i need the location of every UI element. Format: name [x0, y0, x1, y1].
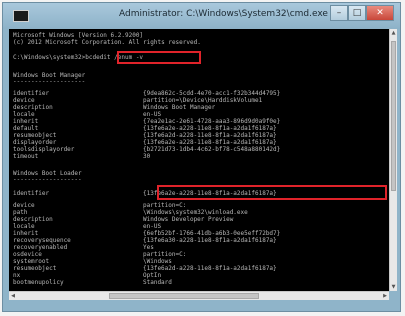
cmd-app-icon[interactable]: [13, 10, 29, 22]
entry-value: partition=C:: [143, 251, 187, 258]
close-button[interactable]: ✕: [366, 5, 394, 21]
title-bar[interactable]: Administrator: C:\Windows\System32\cmd.e…: [3, 3, 400, 29]
window-title: Administrator: C:\Windows\System32\cmd.e…: [119, 9, 328, 19]
console-entry-row: timeout 30: [13, 154, 150, 160]
identifier-highlight-box: [157, 185, 387, 200]
prompt-text: C:\Windows\system32>: [13, 54, 86, 61]
entry-key: device: [13, 202, 35, 209]
horizontal-scrollbar[interactable]: ◀ ▶: [9, 291, 389, 300]
entry-value: Yes: [143, 244, 154, 251]
entry-value: {13fe6a2e-a228-11e8-8f1a-a2da1f6187a}: [143, 139, 277, 146]
entry-value: en-US: [143, 223, 162, 230]
entry-value: \Windows: [143, 258, 172, 265]
minimize-button[interactable]: –: [330, 5, 348, 21]
entry-key: resumeobject: [13, 265, 57, 272]
entry-value: {7ea2e1ac-2e61-4728-aaa3-896d9d0a9f0e}: [143, 118, 281, 125]
entry-value: {13fe6a2e-a228-11e8-8f1a-a2da1f6187a}: [143, 125, 277, 132]
boot-manager-rule: --------------------: [13, 78, 86, 85]
entry-value: OptIn: [143, 272, 162, 279]
maximize-button[interactable]: □: [348, 5, 366, 21]
entry-value: Windows Developer Preview: [143, 216, 234, 223]
entry-value: Standard: [143, 279, 172, 286]
entry-value: {13fe6a30-a228-11e8-8f1a-a2da1f6187a}: [143, 237, 277, 244]
console-entry-row: description Windows Boot Manager: [13, 105, 215, 111]
entry-value: {6efb52bf-1766-41db-a6b3-0ee5eff72bd7}: [143, 230, 281, 237]
scroll-up-arrow-icon[interactable]: ▲: [390, 29, 397, 37]
entry-value: {13fe6a2d-a228-11e8-8f1a-a2da1f6187a}: [143, 265, 277, 272]
entry-value: {b2721d73-1db4-4c62-bf78-c548a880142d}: [143, 146, 281, 153]
entry-value: partition=\Device\HarddiskVolume1: [143, 97, 263, 104]
console-window: Administrator: C:\Windows\System32\cmd.e…: [2, 2, 401, 312]
window-controls: – □ ✕: [330, 5, 394, 23]
boot-loader-rule: -------------------: [13, 176, 82, 183]
horizontal-scroll-thumb[interactable]: [109, 293, 259, 299]
entry-value: {9dea862c-5cdd-4e70-acc1-f32b344d4795}: [143, 90, 281, 97]
vertical-scrollbar[interactable]: ▲ ▼: [389, 29, 397, 291]
command-highlight-box: [117, 51, 201, 64]
entry-value: Windows Boot Manager: [143, 104, 216, 111]
entry-value: \Windows\system32\winload.exe: [143, 209, 248, 216]
console-entry-row: description Windows Developer Preview: [13, 217, 233, 223]
console-header-line: (c) 2012 Microsoft Corporation. All righ…: [13, 39, 201, 46]
scroll-left-arrow-icon[interactable]: ◀: [9, 292, 17, 300]
entry-value: {13fe6a2d-a228-11e8-8f1a-a2da1f6187a}: [143, 132, 277, 139]
console-entry-row: bootmenupolicy Standard: [13, 280, 172, 286]
entry-key: timeout: [13, 153, 39, 160]
console-output[interactable]: Microsoft Windows [Version 6.2.9200] (c)…: [9, 29, 389, 291]
scroll-right-arrow-icon[interactable]: ▶: [381, 292, 389, 300]
entry-value: partition=C:: [143, 202, 187, 209]
entry-key: identifier: [13, 190, 50, 197]
vertical-scroll-thumb[interactable]: [391, 41, 396, 191]
scroll-down-arrow-icon[interactable]: ▼: [390, 283, 397, 291]
entry-value: 30: [143, 153, 151, 160]
entry-key: bootmenupolicy: [13, 279, 64, 286]
window-bottom-frame: [3, 300, 400, 311]
entry-value: en-US: [143, 111, 162, 118]
